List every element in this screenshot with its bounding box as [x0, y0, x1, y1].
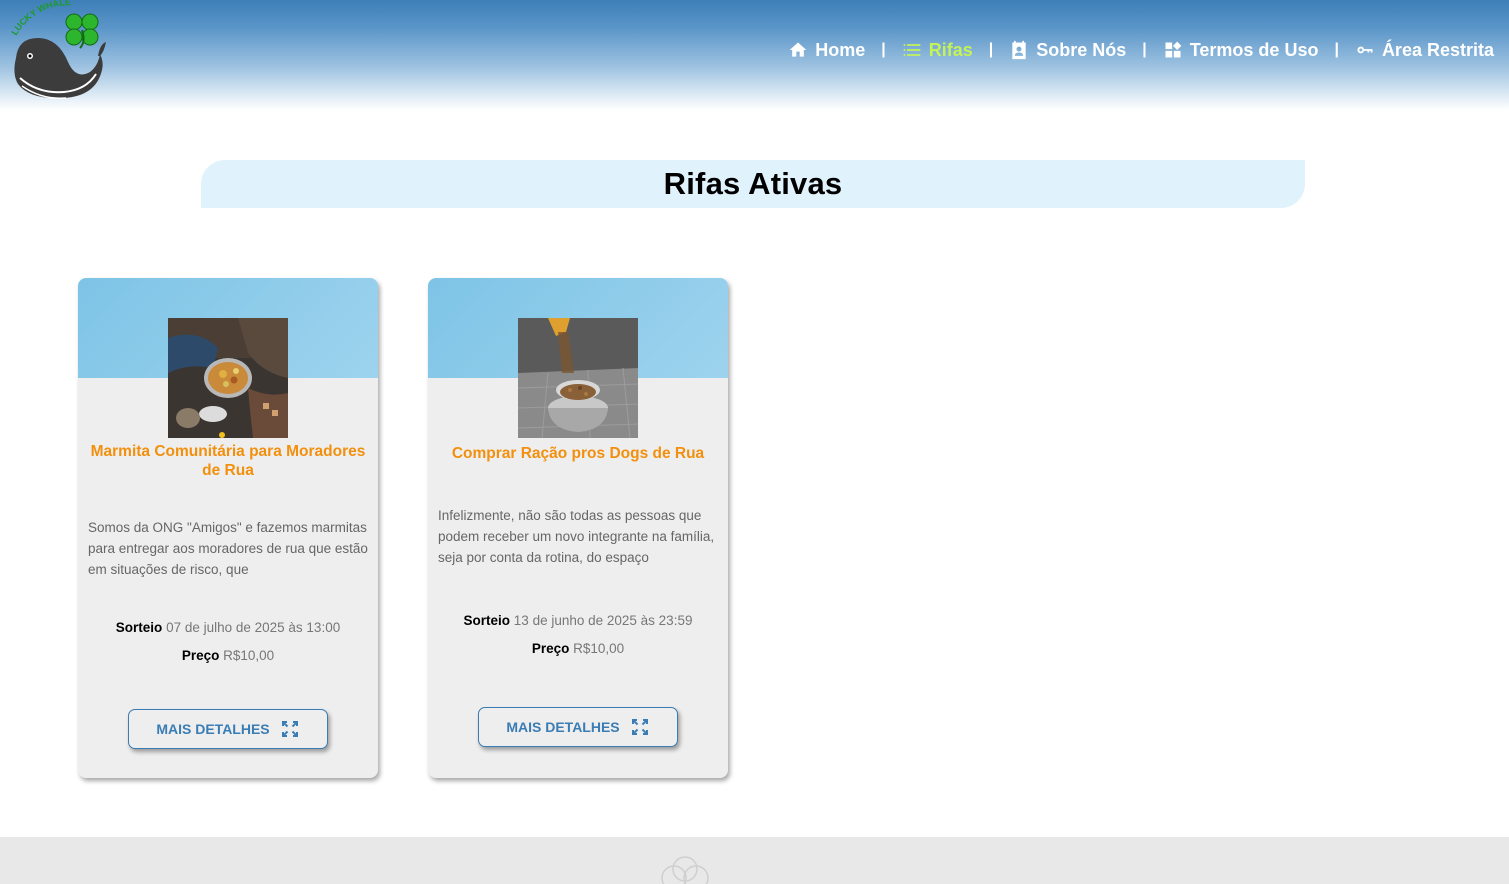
nav-separator: |: [988, 41, 994, 58]
homeless-meal-photo[interactable]: [168, 318, 288, 438]
nav-separator: |: [881, 41, 886, 58]
card-price: Preço R$10,00: [78, 648, 378, 663]
list-icon: [902, 40, 922, 60]
more-details-button[interactable]: MAIS DETALHES: [128, 709, 328, 749]
nav-sobre-nos[interactable]: Sobre Nós: [1009, 40, 1126, 61]
card-title[interactable]: Marmita Comunitária para Moradores de Ru…: [88, 442, 368, 480]
dog-food-bowl-photo[interactable]: [518, 318, 638, 438]
more-details-label: MAIS DETALHES: [506, 719, 620, 735]
more-details-label: MAIS DETALHES: [156, 721, 270, 737]
nav-rifas-label: Rifas: [928, 39, 973, 60]
raffle-card: Marmita Comunitária para Moradores de Ru…: [78, 278, 378, 778]
dashboard-icon: [1163, 40, 1183, 60]
nav-area-restrita-label: Área Restrita: [1381, 39, 1494, 60]
card-price: Preço R$10,00: [428, 641, 728, 656]
price-label: Preço: [531, 641, 570, 656]
nav-rifas[interactable]: Rifas: [902, 40, 973, 61]
main-nav: Home | Rifas | Sobre Nós | Termos de Uso…: [788, 36, 1494, 64]
section-title-band: Rifas Ativas: [201, 160, 1305, 208]
card-draw-date: Sorteio 07 de julho de 2025 às 13:00: [78, 620, 378, 635]
logo-text: LUCKY WHALE: [9, 0, 71, 37]
price-value: R$10,00: [223, 648, 275, 663]
card-description: Infelizmente, não são todas as pessoas q…: [438, 508, 715, 565]
price-label: Preço: [181, 648, 220, 663]
draw-value: 13 de junho de 2025 às 23:59: [513, 613, 693, 628]
nav-termos-label: Termos de Uso: [1189, 39, 1319, 60]
draw-label: Sorteio: [115, 620, 163, 635]
nav-home[interactable]: Home: [788, 40, 865, 61]
fullscreen-icon: [280, 719, 300, 739]
nav-home-label: Home: [815, 39, 866, 60]
site-header: LUCKY WHALE Home | Rifas | Sobre Nós | T…: [0, 0, 1509, 110]
page-title: Rifas Ativas: [663, 166, 843, 201]
key-icon: [1355, 40, 1375, 60]
draw-value: 07 de julho de 2025 às 13:00: [166, 620, 341, 635]
draw-label: Sorteio: [463, 613, 511, 628]
nav-termos[interactable]: Termos de Uso: [1163, 39, 1319, 61]
nav-area-restrita[interactable]: Área Restrita: [1355, 40, 1494, 61]
svg-text:LUCKY WHALE: LUCKY WHALE: [9, 0, 71, 37]
nav-separator: |: [1334, 41, 1339, 58]
nav-sobre-nos-label: Sobre Nós: [1036, 39, 1127, 60]
site-footer: [0, 837, 1509, 884]
nav-separator: |: [1142, 41, 1147, 58]
more-details-button[interactable]: MAIS DETALHES: [478, 707, 678, 747]
fullscreen-icon: [630, 717, 650, 737]
contact-card-icon: [1009, 40, 1029, 60]
home-icon: [788, 40, 808, 60]
card-draw-date: Sorteio 13 de junho de 2025 às 23:59: [428, 613, 728, 628]
raffle-card: Comprar Ração pros Dogs de Rua Infelizme…: [428, 278, 728, 778]
card-description: Somos da ONG "Amigos" e fazemos marmitas…: [88, 520, 368, 577]
lucky-whale-logo[interactable]: LUCKY WHALE: [8, 0, 108, 104]
card-title[interactable]: Comprar Ração pros Dogs de Rua: [438, 444, 718, 463]
clover-logo-icon: [661, 856, 709, 884]
price-value: R$10,00: [573, 641, 625, 656]
